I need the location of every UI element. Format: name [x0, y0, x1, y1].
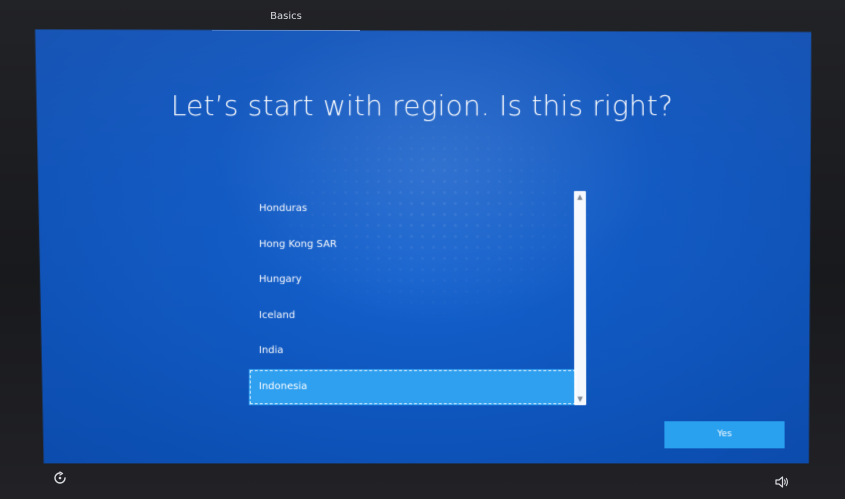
scroll-down-arrow-icon[interactable]: ▼ — [574, 394, 586, 404]
region-list[interactable]: Honduras Hong Kong SAR Hungary Iceland I… — [249, 191, 577, 405]
region-item-india[interactable]: India — [249, 333, 577, 369]
page-title: Let’s start with region. Is this right? — [32, 89, 811, 122]
region-item-indonesia[interactable]: Indonesia — [249, 369, 577, 405]
ease-of-access-icon[interactable] — [53, 470, 67, 484]
region-list-scrollbar[interactable]: ▲ ▼ — [574, 191, 586, 405]
tab-basics: Basics — [212, 8, 360, 30]
region-item-hong-kong-sar[interactable]: Hong Kong SAR — [249, 227, 577, 263]
volume-icon[interactable] — [774, 474, 790, 488]
region-item-iceland[interactable]: Iceland — [249, 298, 577, 334]
setup-screen: Let’s start with region. Is this right? … — [31, 29, 812, 463]
scroll-up-arrow-icon[interactable]: ▲ — [574, 192, 586, 202]
region-item-hungary[interactable]: Hungary — [249, 262, 577, 298]
region-item-honduras[interactable]: Honduras — [249, 191, 577, 227]
yes-button[interactable]: Yes — [664, 421, 784, 448]
